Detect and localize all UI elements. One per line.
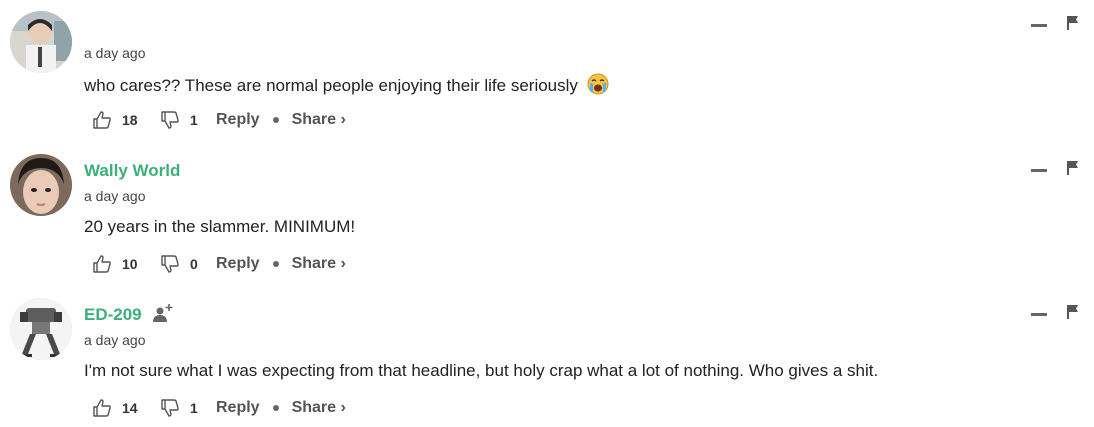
separator-dot: [272, 405, 279, 411]
like-group: 18: [92, 110, 160, 130]
reply-button[interactable]: Reply: [216, 255, 260, 273]
comment-text: I'm not sure what I was expecting from t…: [84, 361, 879, 380]
loudly-crying-face-emoji: [587, 73, 609, 95]
comment-actions: 10 0 Reply Share ›: [92, 252, 346, 276]
separator-dot: [272, 117, 279, 123]
minimize-icon[interactable]: [1031, 24, 1047, 27]
share-button[interactable]: Share ›: [292, 111, 346, 129]
comment-timestamp: a day ago: [84, 188, 146, 204]
dislike-group: 0: [160, 254, 216, 274]
dislike-count: 1: [190, 400, 198, 416]
thumbs-down-icon[interactable]: [160, 398, 180, 418]
avatar[interactable]: [10, 154, 72, 216]
thumbs-up-icon[interactable]: [92, 110, 112, 130]
comment-actions: 18 1 Reply Share ›: [92, 108, 346, 132]
like-group: 14: [92, 398, 160, 418]
comment-timestamp: a day ago: [84, 45, 146, 61]
thumbs-up-icon[interactable]: [92, 398, 112, 418]
avatar[interactable]: [10, 298, 72, 360]
comment-timestamp: a day ago: [84, 332, 146, 348]
follow-user-icon[interactable]: [152, 303, 174, 323]
share-button[interactable]: Share ›: [292, 399, 346, 417]
thumbs-up-icon[interactable]: [92, 254, 112, 274]
like-group: 10: [92, 254, 160, 274]
comment-actions: 14 1 Reply Share ›: [92, 396, 346, 420]
avatar[interactable]: [10, 11, 72, 73]
dislike-group: 1: [160, 110, 216, 130]
comment-text-body: who cares?? These are normal people enjo…: [84, 76, 578, 95]
dislike-count: 1: [190, 112, 198, 128]
reply-button[interactable]: Reply: [216, 399, 260, 417]
dislike-count: 0: [190, 256, 198, 272]
flag-icon[interactable]: [1066, 304, 1080, 320]
flag-icon[interactable]: [1066, 160, 1080, 176]
thumbs-down-icon[interactable]: [160, 110, 180, 130]
minimize-icon[interactable]: [1031, 313, 1047, 316]
minimize-icon[interactable]: [1031, 169, 1047, 172]
comment-text: 20 years in the slammer. MINIMUM!: [84, 217, 356, 236]
reply-button[interactable]: Reply: [216, 111, 260, 129]
username[interactable]: ED-209: [84, 305, 142, 325]
share-button[interactable]: Share ›: [292, 255, 346, 273]
separator-dot: [272, 261, 279, 267]
dislike-group: 1: [160, 398, 216, 418]
comment-text: who cares?? These are normal people enjo…: [84, 73, 609, 96]
like-count: 10: [122, 256, 138, 272]
like-count: 14: [122, 400, 138, 416]
username[interactable]: Wally World: [84, 161, 180, 181]
like-count: 18: [122, 112, 138, 128]
flag-icon[interactable]: [1066, 15, 1080, 31]
thumbs-down-icon[interactable]: [160, 254, 180, 274]
